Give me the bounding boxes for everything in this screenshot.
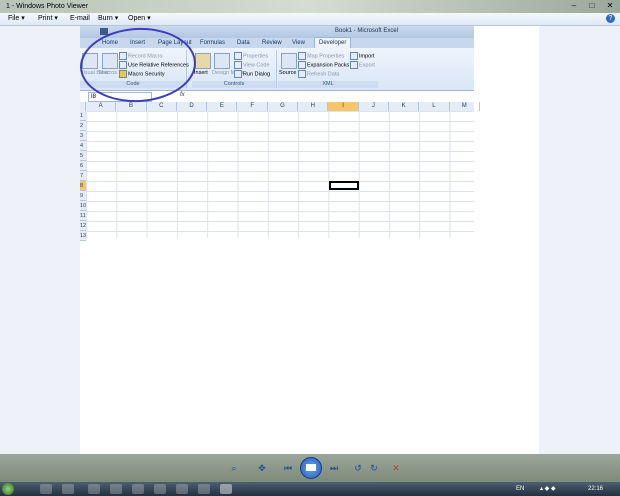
column-header: F — [238, 102, 268, 111]
menu-bar: File ▾ Print ▾ E-mail Burn ▾ Open ▾ ? — [0, 13, 620, 26]
tab-review: Review — [262, 40, 282, 46]
menu-file[interactable]: File ▾ — [8, 13, 25, 25]
source-label: Source — [279, 70, 297, 76]
viewer-left-margin — [0, 26, 80, 454]
tab-formulas: Formulas — [200, 40, 226, 46]
column-header: G — [268, 102, 299, 111]
slideshow-button[interactable] — [300, 457, 322, 479]
column-header: K — [389, 102, 420, 111]
clock[interactable]: 22:16 — [588, 484, 603, 494]
taskbar-app-icon[interactable] — [198, 484, 210, 494]
taskbar-app-icon[interactable] — [62, 484, 74, 494]
properties-icon — [234, 52, 242, 60]
source-icon — [281, 53, 297, 69]
column-header: C — [147, 102, 177, 111]
slideshow-icon — [306, 464, 316, 471]
viewer-right-margin — [539, 26, 620, 454]
import-icon — [350, 52, 358, 60]
taskbar-language-icon[interactable] — [40, 484, 52, 494]
window-title: 1 - Windows Photo Viewer — [6, 3, 88, 10]
taskbar-app-icon[interactable] — [110, 484, 122, 494]
view-code-item: View Code — [234, 61, 270, 69]
map-properties-item: Map Properties — [298, 52, 344, 60]
refresh-data-item: Refresh Data — [298, 70, 339, 78]
viewer-controls: ⌕ ✥ ⏮ ⏭ ↺ ↻ ✕ — [0, 454, 620, 482]
delete-icon[interactable]: ✕ — [390, 462, 402, 474]
taskbar-app-icon[interactable] — [154, 484, 166, 494]
excel-title: Book1 - Microsoft Excel — [335, 28, 399, 34]
import-item: Import — [350, 52, 375, 60]
column-header: D — [177, 102, 208, 111]
column-header: A — [86, 102, 117, 111]
column-header: E — [207, 102, 238, 111]
export-item: Export — [350, 61, 375, 69]
tab-data: Data — [237, 40, 250, 46]
previous-icon[interactable]: ⏮ — [282, 462, 294, 474]
selected-cell — [329, 181, 359, 190]
column-header: J — [359, 102, 389, 111]
maximize-icon[interactable]: □ — [584, 1, 600, 11]
expansion-packs-icon — [298, 61, 306, 69]
menu-email[interactable]: E-mail — [70, 13, 90, 25]
help-icon[interactable]: ? — [606, 14, 615, 23]
column-header: L — [419, 102, 450, 111]
actual-size-icon[interactable]: ✥ — [256, 462, 268, 474]
export-icon — [350, 61, 358, 69]
rotate-clockwise-icon[interactable]: ↻ — [368, 462, 380, 474]
cell-grid — [86, 111, 474, 238]
photo-viewer-canvas: Book1 - Microsoft Excel Home Insert Page… — [0, 25, 620, 454]
group-xml-label: XML — [278, 81, 378, 88]
taskbar-app-icon[interactable] — [88, 484, 100, 494]
run-dialog-icon — [234, 70, 242, 78]
column-header: H — [298, 102, 329, 111]
group-xml: Source Map Properties Expansion Packs Re… — [278, 50, 378, 88]
map-properties-icon — [298, 52, 306, 60]
properties-item: Properties — [234, 52, 268, 60]
taskbar: EN ▴ ◆ ◆ 22:16 — [0, 482, 620, 496]
column-header: M — [450, 102, 480, 111]
zoom-icon[interactable]: ⌕ — [228, 462, 240, 474]
design-mode-icon — [214, 53, 230, 69]
group-controls-label: Controls — [192, 81, 276, 88]
expansion-packs-item: Expansion Packs — [298, 61, 349, 69]
taskbar-app-icon[interactable] — [132, 484, 144, 494]
start-button[interactable] — [2, 483, 14, 495]
taskbar-app-icon[interactable] — [176, 484, 188, 494]
excel-screenshot-image: Book1 - Microsoft Excel Home Insert Page… — [78, 25, 480, 241]
menu-print[interactable]: Print ▾ — [38, 13, 58, 25]
window-titlebar: 1 - Windows Photo Viewer – □ ✕ — [0, 0, 620, 13]
fx-icon: fx — [180, 92, 185, 98]
column-header: I — [328, 102, 359, 111]
rotate-counterclockwise-icon[interactable]: ↺ — [352, 462, 364, 474]
minimize-icon[interactable]: – — [566, 1, 582, 11]
column-header: B — [116, 102, 147, 111]
run-dialog-item: Run Dialog — [234, 70, 270, 78]
language-indicator[interactable]: EN — [516, 484, 524, 494]
tab-view: View — [292, 40, 305, 46]
menu-burn[interactable]: Burn ▾ — [98, 13, 118, 25]
group-controls: Insert Design Mode Properties View Code … — [192, 50, 277, 88]
refresh-data-icon — [298, 70, 306, 78]
tray-icons[interactable]: ▴ ◆ ◆ — [540, 484, 556, 494]
next-icon[interactable]: ⏭ — [328, 462, 340, 474]
insert-control-label: Insert — [194, 70, 208, 76]
close-icon[interactable]: ✕ — [602, 1, 618, 11]
view-code-icon — [234, 61, 242, 69]
insert-control-icon — [195, 53, 211, 69]
taskbar-photo-viewer[interactable] — [220, 484, 232, 494]
menu-open[interactable]: Open ▾ — [128, 13, 151, 25]
